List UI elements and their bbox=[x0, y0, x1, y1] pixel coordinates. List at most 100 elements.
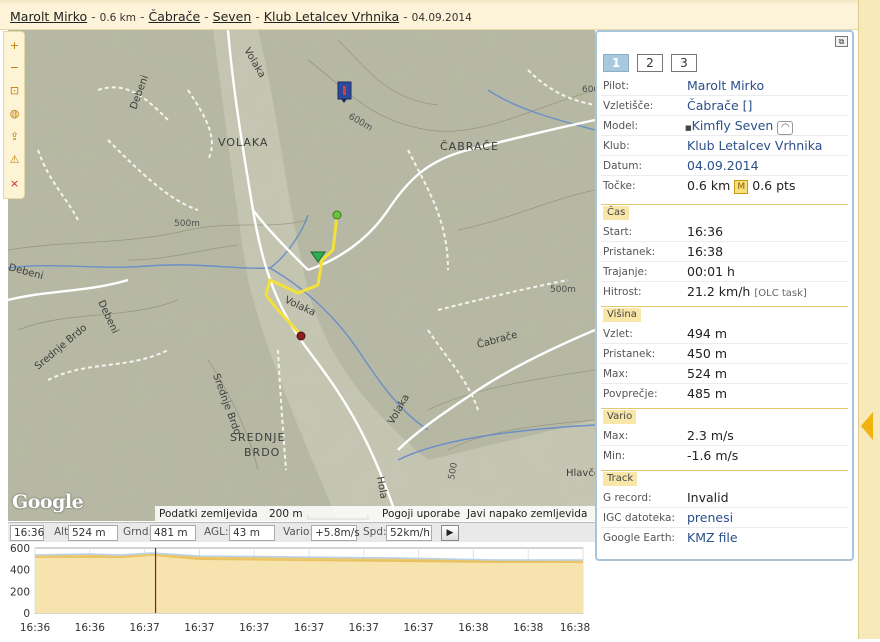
time-field: 16:36 bbox=[10, 525, 44, 541]
model-name: Kimfly Seven bbox=[691, 118, 774, 133]
info-row-max-alt: Max: 524 m bbox=[601, 364, 848, 384]
y-tick-label: 600 bbox=[10, 543, 30, 555]
row-label: Povprečje: bbox=[603, 388, 658, 400]
collapse-arrow-icon[interactable] bbox=[861, 412, 873, 440]
start-marker[interactable] bbox=[332, 210, 342, 220]
x-tick-label: 16:38 bbox=[458, 622, 488, 634]
map-data-link[interactable]: Podatki zemljevida bbox=[155, 506, 265, 523]
info-row-club: Klub: Klub Letalcev Vrhnika bbox=[601, 136, 848, 156]
y-tick-label: 200 bbox=[10, 586, 30, 598]
track-status-bar: 16:36 Alt: 524 m Grnd: 481 m AGL: 43 m V… bbox=[8, 522, 595, 542]
tab-2[interactable]: 2 bbox=[637, 54, 663, 72]
brand-icon: ■ bbox=[685, 124, 692, 132]
separator: - bbox=[403, 9, 408, 24]
row-label: Točke: bbox=[603, 180, 636, 192]
date-value[interactable]: 04.09.2014 bbox=[687, 158, 759, 173]
pilot-value[interactable]: Marolt Mirko bbox=[687, 78, 764, 93]
glider-link[interactable]: Seven bbox=[213, 9, 252, 24]
map-label: 500m bbox=[174, 219, 200, 229]
play-button[interactable]: ▶ bbox=[441, 525, 459, 541]
distance-text: 0.6 km bbox=[99, 12, 136, 24]
pilot-link[interactable]: Marolt Mirko bbox=[10, 9, 87, 24]
terms-link[interactable]: Pogoji uporabe bbox=[378, 506, 463, 523]
row-label: G record: bbox=[603, 492, 652, 504]
terrain-map[interactable]: VOLAKA ČABRAČE SREDNJE BRDO Volaka Volak… bbox=[8, 30, 595, 521]
layers-icon[interactable]: ◍ bbox=[6, 105, 23, 122]
speed-number: 21.2 km/h bbox=[687, 284, 751, 299]
igc-download-link[interactable]: prenesi bbox=[687, 510, 733, 525]
zoom-out-icon[interactable]: − bbox=[6, 59, 23, 76]
map-label: ČABRAČE bbox=[440, 140, 499, 153]
row-label: IGC datoteka: bbox=[603, 512, 675, 524]
glider-type-icon: ◠ bbox=[777, 121, 794, 135]
zoom-in-icon[interactable]: + bbox=[6, 37, 23, 54]
start-value: 16:36 bbox=[687, 224, 724, 239]
x-tick-label: 16:37 bbox=[403, 622, 433, 634]
agl-field: 43 m bbox=[229, 525, 275, 541]
header-top-bar bbox=[0, 0, 880, 4]
takeoff-alt-value: 494 m bbox=[687, 326, 728, 341]
x-tick-label: 16:37 bbox=[239, 622, 269, 634]
warning-icon[interactable]: ⚠ bbox=[6, 151, 23, 168]
maximize-icon[interactable]: ⧉ bbox=[835, 36, 848, 47]
row-label: Start: bbox=[603, 226, 633, 238]
close-icon[interactable]: × bbox=[6, 175, 23, 192]
altitude-chart[interactable]: 6004002000 16:36 16:36 16:37 16:37 16:37 16:3… bbox=[0, 543, 595, 639]
map-label: Hlavče bbox=[566, 467, 595, 479]
points-value: 0.6 km M 0.6 pts bbox=[687, 178, 795, 194]
flight-title-line: Marolt Mirko - 0.6 km - Čabrače - Seven … bbox=[10, 9, 472, 24]
row-label: Vzlet: bbox=[603, 328, 633, 340]
info-row-pilot: Pilot: Marolt Mirko bbox=[601, 76, 848, 96]
separator: - bbox=[204, 9, 209, 24]
agl-label: AGL: bbox=[204, 526, 229, 538]
scale-text: 200 m bbox=[269, 508, 303, 520]
info-row-model: Model: ■Kimfly Seven ◠ bbox=[601, 116, 848, 136]
map-label: 500m bbox=[550, 285, 576, 295]
row-label: Klub: bbox=[603, 140, 630, 152]
map-footer: Podatki zemljevida 200 m Pogoji uporabe … bbox=[8, 506, 595, 523]
x-tick-label: 16:37 bbox=[294, 622, 324, 634]
kmz-download-link[interactable]: KMZ file bbox=[687, 530, 738, 545]
section-title: Višina bbox=[603, 308, 641, 322]
row-label: Datum: bbox=[603, 160, 643, 172]
model-value[interactable]: ■Kimfly Seven ◠ bbox=[685, 118, 794, 135]
info-row-points: Točke: 0.6 km M 0.6 pts bbox=[601, 176, 848, 196]
row-label: Pristanek: bbox=[603, 348, 656, 360]
info-row-site: Vzletišče: Čabrače [] bbox=[601, 96, 848, 116]
distance-value: 0.6 km bbox=[687, 178, 731, 193]
vario-label: Vario: bbox=[283, 526, 313, 538]
tab-3[interactable]: 3 bbox=[671, 54, 697, 72]
vario-field: +5.8m/s bbox=[311, 525, 360, 541]
speed-field: 52km/h bbox=[386, 525, 432, 541]
club-value[interactable]: Klub Letalcev Vrhnika bbox=[687, 138, 822, 153]
club-link[interactable]: Klub Letalcev Vrhnika bbox=[264, 9, 399, 24]
section-track: Track bbox=[601, 470, 848, 486]
site-link[interactable]: Čabrače bbox=[148, 9, 200, 24]
fit-bounds-icon[interactable]: ⊡ bbox=[6, 82, 23, 99]
olc-task-note: [OLC task] bbox=[754, 288, 807, 299]
tab-1[interactable]: 1 bbox=[603, 54, 629, 72]
spd-label: Spd: bbox=[363, 526, 387, 538]
row-label: Pristanek: bbox=[603, 246, 656, 258]
flight-header: Marolt Mirko - 0.6 km - Čabrače - Seven … bbox=[0, 0, 880, 30]
y-tick-label: 0 bbox=[23, 608, 30, 620]
info-row-igc: IGC datoteka: prenesi bbox=[601, 508, 848, 528]
vario-max-value: 2.3 m/s bbox=[687, 428, 734, 443]
flight-info-panel: ⧉ 1 2 3 Pilot: Marolt Mirko Vzletišče: Č… bbox=[595, 30, 854, 561]
info-row-landing-alt: Pristanek: 450 m bbox=[601, 344, 848, 364]
altitude-graph[interactable]: 600 400 200 0 16:36 16:36 16:37 16:37 16:37 16:3… bbox=[0, 543, 595, 639]
scoring-badge-icon: M bbox=[734, 180, 749, 194]
section-title: Vario bbox=[603, 410, 637, 424]
row-label: Min: bbox=[603, 450, 626, 462]
separator: - bbox=[91, 9, 96, 24]
site-value[interactable]: Čabrače [] bbox=[687, 98, 752, 113]
landing-value: 16:38 bbox=[687, 244, 724, 259]
report-error-link[interactable]: Javi napako zemljevida bbox=[463, 506, 595, 523]
end-marker[interactable] bbox=[296, 331, 306, 341]
date-text: 04.09.2014 bbox=[411, 12, 472, 24]
upload-icon[interactable]: ⇪ bbox=[6, 128, 23, 145]
map-label: VOLAKA bbox=[218, 136, 268, 149]
map-view[interactable]: VOLAKA ČABRAČE SREDNJE BRDO Volaka Volak… bbox=[8, 30, 595, 521]
info-row-google-earth: Google Earth: KMZ file bbox=[601, 528, 848, 548]
x-tick-label: 16:36 bbox=[75, 622, 106, 634]
